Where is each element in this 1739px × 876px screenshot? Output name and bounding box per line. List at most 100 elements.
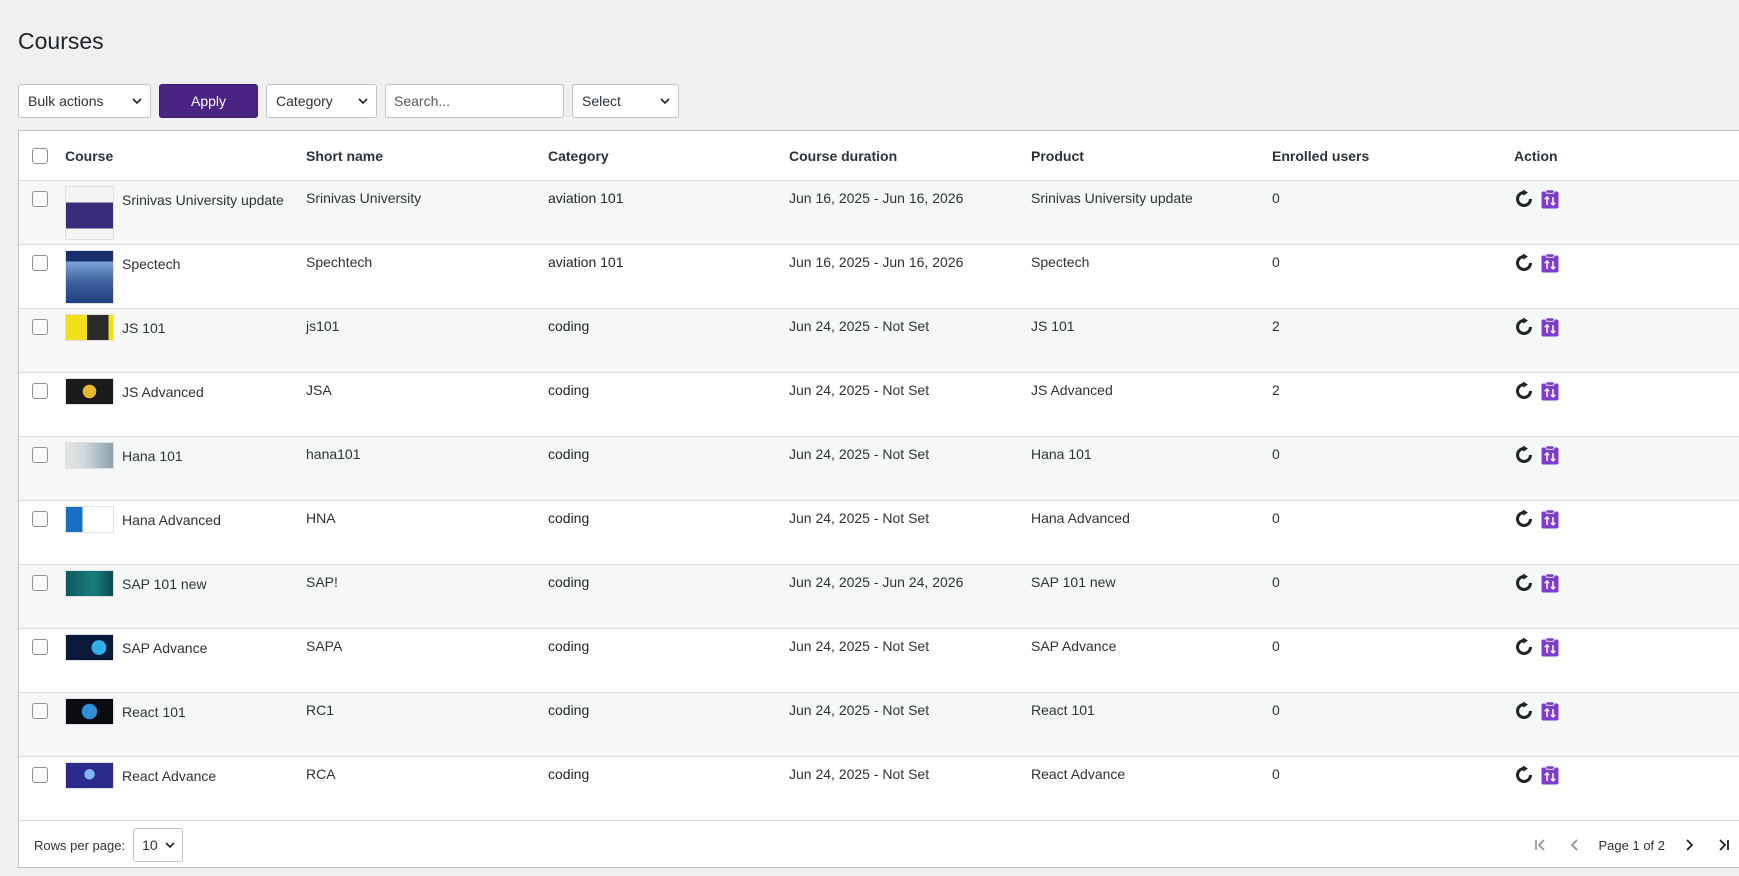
- course-name[interactable]: Hana Advanced: [122, 506, 221, 533]
- enroll-clipboard-icon[interactable]: [1540, 253, 1560, 273]
- column-header-action: Action: [1514, 147, 1558, 164]
- course-name[interactable]: JS Advanced: [122, 378, 204, 405]
- first-page-icon[interactable]: [1531, 835, 1551, 855]
- course-cell: SAP 101 new: [65, 565, 306, 597]
- course-name[interactable]: SAP Advance: [122, 634, 207, 661]
- row-checkbox[interactable]: [32, 255, 48, 271]
- action-cell: [1514, 565, 1714, 593]
- course-name[interactable]: Spectech: [122, 250, 180, 304]
- select-all-checkbox[interactable]: [32, 147, 48, 164]
- column-header-course: Course: [65, 147, 114, 164]
- bulk-actions-select[interactable]: Bulk actions: [18, 83, 151, 118]
- course-cell: JS Advanced: [65, 373, 306, 405]
- reset-icon[interactable]: [1514, 189, 1534, 209]
- category-filter-select[interactable]: Category: [266, 83, 377, 118]
- column-header-category: Category: [548, 147, 609, 164]
- reset-icon[interactable]: [1514, 381, 1534, 401]
- category-cell: coding: [548, 318, 590, 334]
- apply-button[interactable]: Apply: [159, 83, 258, 118]
- chevron-down-icon: [660, 97, 670, 104]
- course-thumbnail: [65, 314, 114, 341]
- short-name-cell: Srinivas University: [306, 190, 422, 206]
- action-cell: [1514, 629, 1714, 657]
- row-checkbox[interactable]: [32, 191, 48, 207]
- rows-per-page-select[interactable]: 10: [133, 828, 184, 862]
- category-cell: coding: [548, 638, 590, 654]
- table-row: JS 101 js101 coding Jun 24, 2025 - Not S…: [19, 309, 1739, 373]
- course-thumbnail: [65, 698, 114, 725]
- table-row: Srinivas University update Srinivas Univ…: [19, 181, 1739, 245]
- course-name[interactable]: JS 101: [122, 314, 166, 341]
- enrolled-cell: 0: [1272, 638, 1280, 654]
- last-page-icon[interactable]: [1713, 835, 1733, 855]
- enrolled-cell: 0: [1272, 446, 1280, 462]
- short-name-cell: SAP!: [306, 574, 338, 590]
- course-name[interactable]: React 101: [122, 698, 186, 725]
- enroll-clipboard-icon[interactable]: [1540, 765, 1560, 785]
- duration-cell: Jun 24, 2025 - Not Set: [789, 382, 930, 398]
- course-cell: JS 101: [65, 309, 306, 341]
- row-checkbox[interactable]: [32, 767, 48, 783]
- short-name-cell: JSA: [306, 382, 332, 398]
- enroll-clipboard-icon[interactable]: [1540, 701, 1560, 721]
- course-name[interactable]: SAP 101 new: [122, 570, 207, 597]
- action-cell: [1514, 309, 1714, 337]
- category-cell: coding: [548, 574, 590, 590]
- table-row: React Advance RCA coding Jun 24, 2025 - …: [19, 757, 1739, 821]
- row-checkbox[interactable]: [32, 703, 48, 719]
- reset-icon[interactable]: [1514, 445, 1534, 465]
- search-input[interactable]: [385, 83, 564, 118]
- row-checkbox[interactable]: [32, 639, 48, 655]
- reset-icon[interactable]: [1514, 573, 1534, 593]
- reset-icon[interactable]: [1514, 701, 1534, 721]
- action-cell: [1514, 437, 1714, 465]
- course-name[interactable]: Srinivas University update: [122, 186, 284, 240]
- table-row: JS Advanced JSA coding Jun 24, 2025 - No…: [19, 373, 1739, 437]
- next-page-icon[interactable]: [1679, 835, 1699, 855]
- enroll-clipboard-icon[interactable]: [1540, 637, 1560, 657]
- pagination: Page 1 of 2: [1531, 835, 1739, 855]
- category-cell: coding: [548, 446, 590, 462]
- product-cell: Hana Advanced: [1031, 510, 1130, 526]
- product-cell: SAP Advance: [1031, 638, 1117, 654]
- enrolled-cell: 0: [1272, 254, 1280, 270]
- enrolled-cell: 0: [1272, 702, 1280, 718]
- course-cell: Srinivas University update: [65, 181, 306, 240]
- category-cell: coding: [548, 702, 590, 718]
- course-name[interactable]: Hana 101: [122, 442, 183, 469]
- row-checkbox[interactable]: [32, 383, 48, 399]
- enroll-clipboard-icon[interactable]: [1540, 445, 1560, 465]
- enroll-clipboard-icon[interactable]: [1540, 509, 1560, 529]
- table-footer: Rows per page: 10 Page 1 of 2: [19, 821, 1739, 869]
- row-checkbox[interactable]: [32, 575, 48, 591]
- previous-page-icon[interactable]: [1565, 835, 1585, 855]
- table-row: React 101 RC1 coding Jun 24, 2025 - Not …: [19, 693, 1739, 757]
- row-checkbox[interactable]: [32, 511, 48, 527]
- category-cell: aviation 101: [548, 190, 624, 206]
- table-row: Hana Advanced HNA coding Jun 24, 2025 - …: [19, 501, 1739, 565]
- short-name-cell: RC1: [306, 702, 335, 718]
- action-cell: [1514, 757, 1714, 785]
- reset-icon[interactable]: [1514, 765, 1534, 785]
- enroll-clipboard-icon[interactable]: [1540, 189, 1560, 209]
- reset-icon[interactable]: [1514, 317, 1534, 337]
- duration-cell: Jun 16, 2025 - Jun 16, 2026: [789, 254, 964, 270]
- enroll-clipboard-icon[interactable]: [1540, 317, 1560, 337]
- page-info: Page 1 of 2: [1598, 837, 1666, 853]
- course-name[interactable]: React Advance: [122, 762, 216, 789]
- enroll-clipboard-icon[interactable]: [1540, 381, 1560, 401]
- column-header-product: Product: [1031, 147, 1084, 164]
- reset-icon[interactable]: [1514, 253, 1534, 273]
- reset-icon[interactable]: [1514, 509, 1534, 529]
- select-filter[interactable]: Select: [572, 83, 679, 118]
- row-checkbox[interactable]: [32, 447, 48, 463]
- category-cell: coding: [548, 382, 590, 398]
- enrolled-cell: 0: [1272, 574, 1280, 590]
- reset-icon[interactable]: [1514, 637, 1534, 657]
- rows-per-page-label: Rows per page:: [34, 837, 126, 853]
- enrolled-cell: 2: [1272, 382, 1280, 398]
- enroll-clipboard-icon[interactable]: [1540, 573, 1560, 593]
- course-cell: Spectech: [65, 245, 306, 304]
- select-filter-label: Select: [582, 92, 621, 109]
- row-checkbox[interactable]: [32, 319, 48, 335]
